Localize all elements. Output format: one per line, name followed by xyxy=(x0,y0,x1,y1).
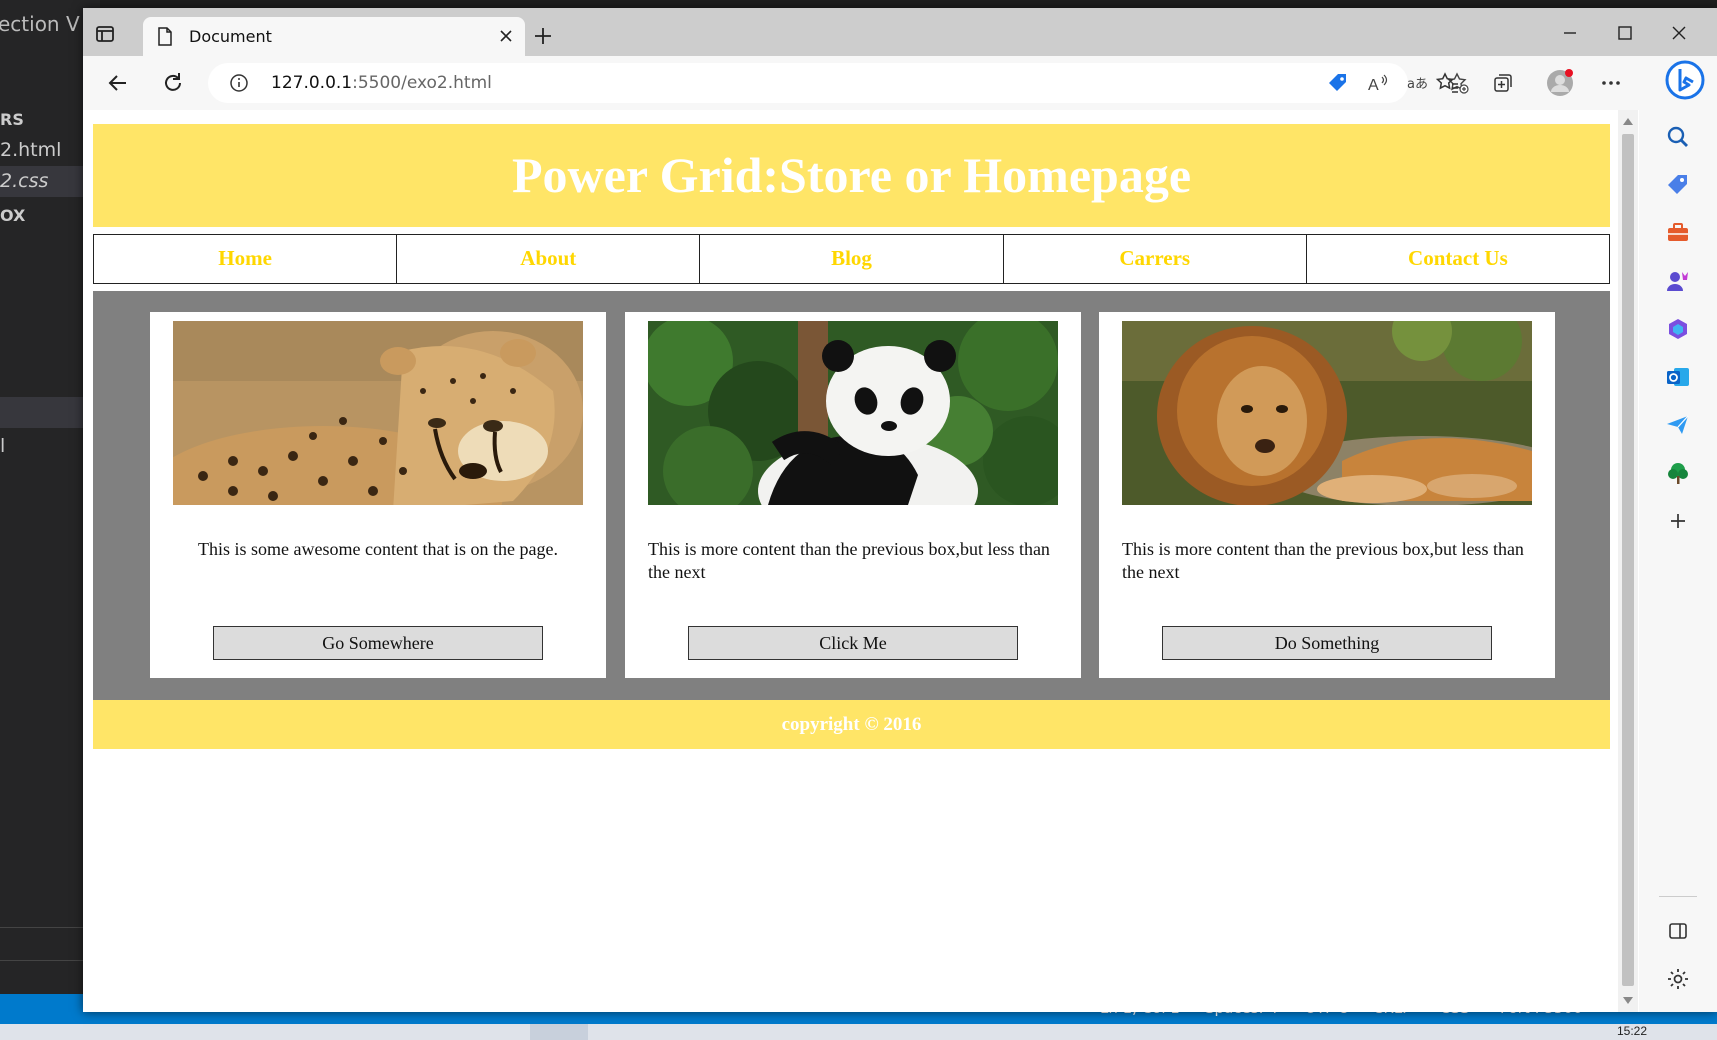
taskbar: 15:22 xyxy=(0,1024,1717,1040)
tab-title: Document xyxy=(189,27,272,46)
page-title: Power Grid:Store or Homepage xyxy=(511,147,1192,203)
nav-home[interactable]: Home xyxy=(93,234,398,284)
sidebar-panel-icon[interactable] xyxy=(1665,918,1691,944)
url-text: 127.0.0.1:5500/exo2.html xyxy=(271,73,492,93)
minimize-icon[interactable] xyxy=(1559,22,1581,44)
svg-text:aあ: aあ xyxy=(1407,77,1428,92)
browser-window: Document 127.0.0.1:5500/exo2.html A aあ P… xyxy=(83,8,1717,1012)
taskbar-clock: 15:22 xyxy=(1616,1024,1647,1038)
scroll-thumb[interactable] xyxy=(1622,134,1634,986)
nav-about[interactable]: About xyxy=(396,234,701,284)
cheetah-image xyxy=(173,321,583,505)
explorer-section[interactable]: RS xyxy=(0,104,83,135)
panda-image xyxy=(648,321,1058,505)
search-icon[interactable] xyxy=(1665,124,1691,150)
svg-text:A: A xyxy=(1368,77,1379,94)
do-something-button[interactable]: Do Something xyxy=(1162,626,1492,660)
translate-icon[interactable]: aあ xyxy=(1406,71,1430,95)
explorer-item[interactable]: l xyxy=(0,431,83,462)
close-window-icon[interactable] xyxy=(1668,22,1690,44)
edge-sidebar xyxy=(1639,110,1717,1012)
microsoft-365-icon[interactable] xyxy=(1665,316,1691,342)
divider xyxy=(0,960,83,961)
click-me-button[interactable]: Click Me xyxy=(688,626,1018,660)
shopping-tag-icon[interactable] xyxy=(1665,172,1691,198)
refresh-icon[interactable] xyxy=(160,70,186,96)
browser-tab[interactable]: Document xyxy=(143,17,525,56)
maximize-icon[interactable] xyxy=(1614,22,1636,44)
page-header: Power Grid:Store or Homepage xyxy=(93,124,1610,227)
explorer-section[interactable]: OX xyxy=(0,200,83,231)
explorer-file[interactable]: 2.html xyxy=(0,135,83,166)
card-1: This is some awesome content that is on … xyxy=(150,312,606,678)
games-icon[interactable] xyxy=(1665,268,1691,294)
nav-contact[interactable]: Contact Us xyxy=(1305,234,1611,284)
back-icon[interactable] xyxy=(105,70,131,96)
vertical-scrollbar[interactable] xyxy=(1618,110,1638,1012)
scroll-down-arrow[interactable] xyxy=(1623,997,1633,1004)
tree-icon[interactable] xyxy=(1665,460,1691,486)
settings-gear-icon[interactable] xyxy=(1665,966,1691,992)
close-tab-icon[interactable] xyxy=(497,27,515,45)
vscode-menu: ection V xyxy=(0,12,80,36)
add-icon[interactable] xyxy=(1665,508,1691,534)
explorer-file-selected[interactable]: 2.css xyxy=(0,166,83,197)
card-3-text: This is more content than the previous b… xyxy=(1122,539,1524,582)
content-area: This is some awesome content that is on … xyxy=(93,291,1610,700)
go-somewhere-button[interactable]: Go Somewhere xyxy=(213,626,543,660)
tools-briefcase-icon[interactable] xyxy=(1665,220,1691,246)
favorites-icon[interactable] xyxy=(1435,70,1461,96)
divider xyxy=(0,927,83,928)
more-options-icon[interactable] xyxy=(1598,70,1624,96)
tab-strip: Document xyxy=(83,8,1717,56)
lion-image xyxy=(1122,321,1532,505)
page-footer: copyright © 2016 xyxy=(93,700,1610,749)
nav-blog[interactable]: Blog xyxy=(699,234,1004,284)
explorer-item[interactable] xyxy=(0,397,83,428)
url-path: :5500/exo2.html xyxy=(352,73,492,93)
card-3: This is more content than the previous b… xyxy=(1099,312,1555,678)
nav-carrers[interactable]: Carrers xyxy=(1002,234,1307,284)
read-aloud-icon[interactable]: A xyxy=(1366,71,1390,95)
web-page: Power Grid:Store or Homepage Home About … xyxy=(83,110,1618,1012)
browser-toolbar: 127.0.0.1:5500/exo2.html A aあ xyxy=(83,56,1717,110)
taskbar-app[interactable] xyxy=(530,1024,588,1040)
url-host: 127.0.0.1 xyxy=(271,73,353,93)
profile-avatar-icon[interactable] xyxy=(1545,68,1575,98)
outlook-icon[interactable] xyxy=(1665,364,1691,390)
document-icon xyxy=(158,27,172,46)
scroll-up-arrow[interactable] xyxy=(1623,118,1633,125)
tab-actions-icon[interactable] xyxy=(93,22,117,46)
card-2-text: This is more content than the previous b… xyxy=(648,539,1050,582)
coupon-tag-icon[interactable] xyxy=(1326,71,1350,95)
card-1-text: This is some awesome content that is on … xyxy=(198,539,558,559)
card-2: This is more content than the previous b… xyxy=(625,312,1081,678)
info-icon[interactable] xyxy=(229,73,249,93)
new-tab-icon[interactable] xyxy=(532,25,554,47)
send-icon[interactable] xyxy=(1665,412,1691,438)
address-bar[interactable]: 127.0.0.1:5500/exo2.html A aあ xyxy=(208,63,1469,103)
collections-icon[interactable] xyxy=(1490,70,1516,96)
sidebar-divider xyxy=(1659,896,1697,897)
nav-bar: Home About Blog Carrers Contact Us xyxy=(93,234,1611,284)
copilot-bing-icon[interactable] xyxy=(1665,60,1705,100)
